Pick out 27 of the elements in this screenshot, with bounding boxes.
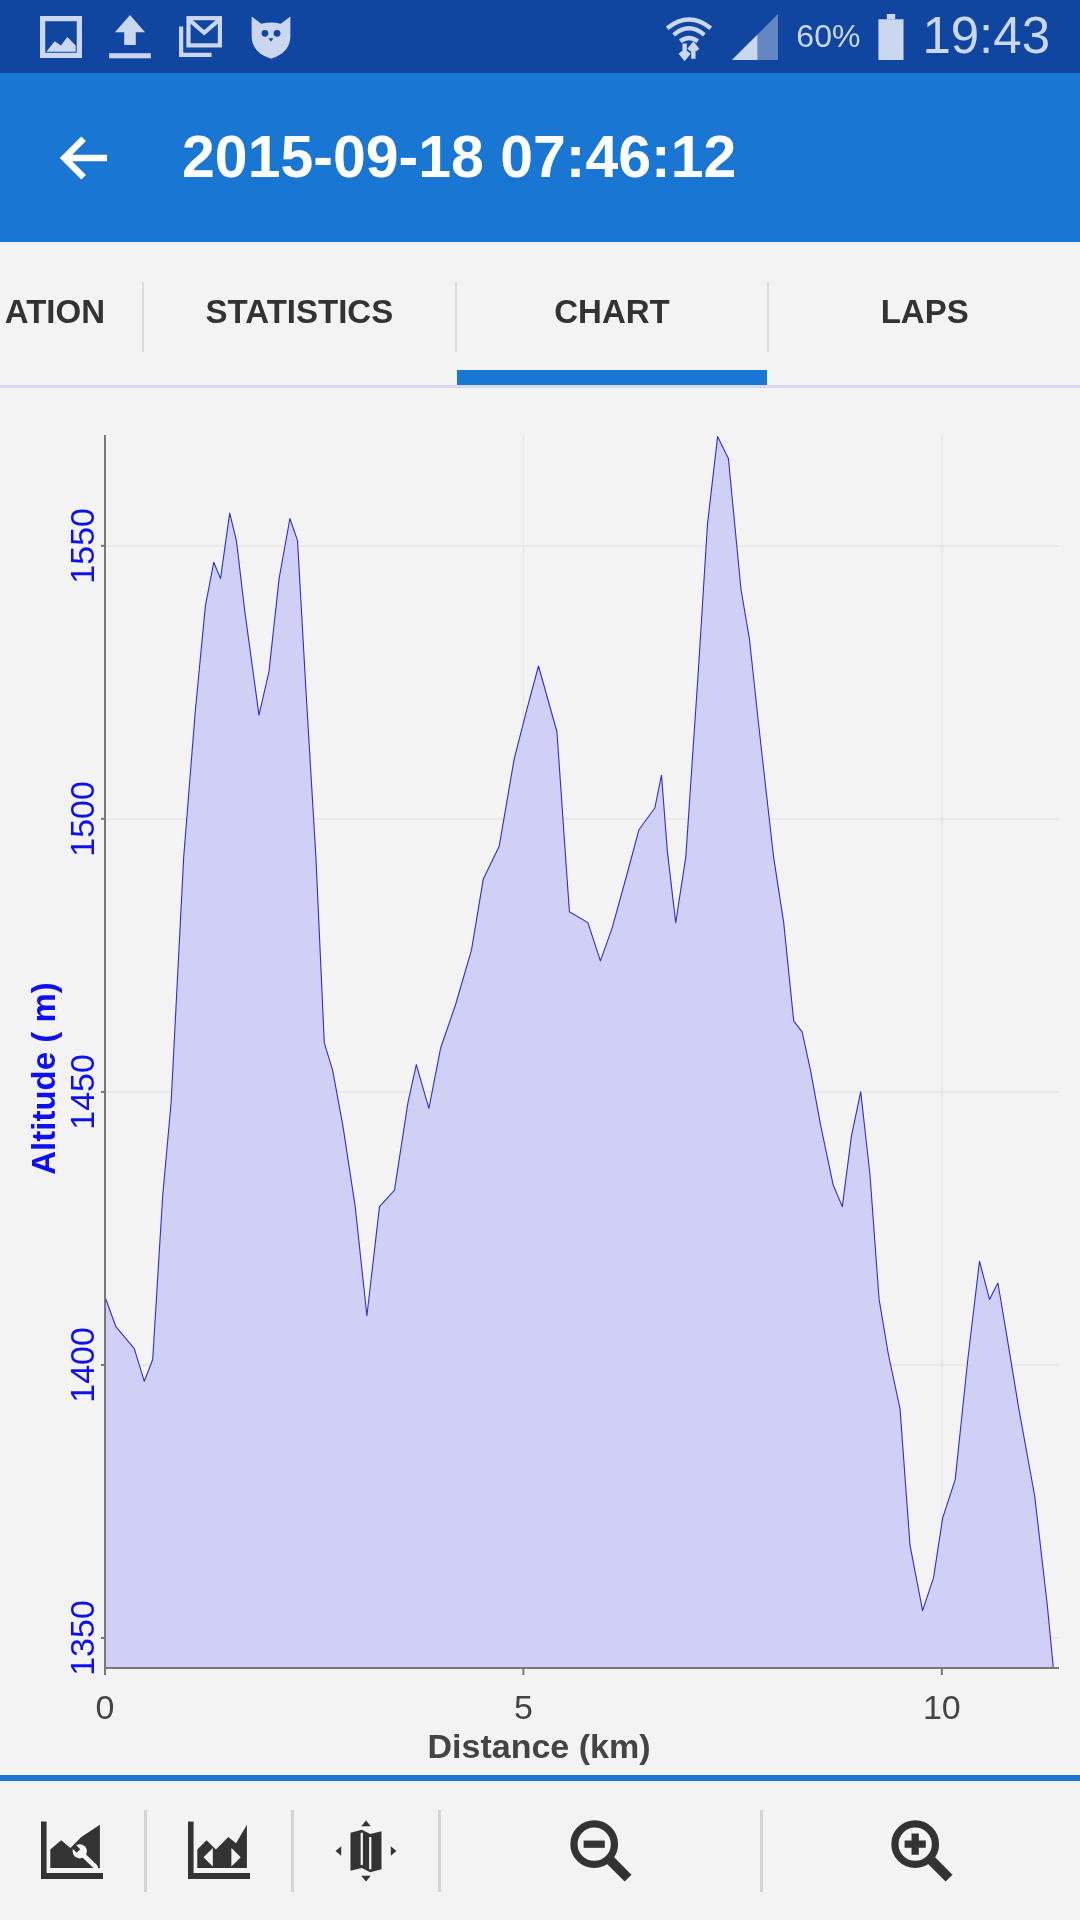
tab[interactable]: LAPS bbox=[769, 242, 1080, 385]
y-tick-label: 1450 bbox=[63, 1054, 101, 1130]
zoom-out-icon[interactable] bbox=[569, 1819, 632, 1882]
upload-icon bbox=[108, 14, 152, 59]
mail-icon bbox=[178, 15, 222, 58]
y-tick-label: 1550 bbox=[63, 508, 101, 584]
y-tick-label: 1500 bbox=[63, 781, 101, 857]
y-axis-title: Altitude ( m) bbox=[25, 982, 62, 1175]
back-arrow-icon[interactable] bbox=[60, 135, 110, 180]
chart-wrench-icon[interactable] bbox=[41, 1819, 103, 1882]
tab[interactable]: ATION bbox=[0, 242, 142, 385]
clock-time: 19:43 bbox=[922, 8, 1050, 65]
battery-percent: 60% bbox=[796, 18, 861, 55]
battery-icon bbox=[878, 13, 905, 60]
x-tick-label: 0 bbox=[95, 1688, 115, 1726]
x-axis-title: Distance (km) bbox=[427, 1727, 651, 1765]
signal-icon bbox=[732, 13, 779, 60]
y-tick-label: 1350 bbox=[63, 1600, 101, 1676]
image-icon bbox=[40, 15, 82, 58]
zoom-in-icon[interactable] bbox=[890, 1819, 953, 1882]
tab[interactable]: STATISTICS bbox=[144, 242, 455, 385]
screen-title: 2015-09-18 07:46:12 bbox=[182, 123, 737, 192]
x-tick-label: 5 bbox=[513, 1688, 533, 1726]
y-tick-label: 1400 bbox=[63, 1327, 101, 1403]
chart-arrows-icon[interactable] bbox=[188, 1819, 250, 1882]
map-arrows-icon[interactable] bbox=[335, 1819, 397, 1882]
x-tick-label: 10 bbox=[922, 1688, 961, 1726]
